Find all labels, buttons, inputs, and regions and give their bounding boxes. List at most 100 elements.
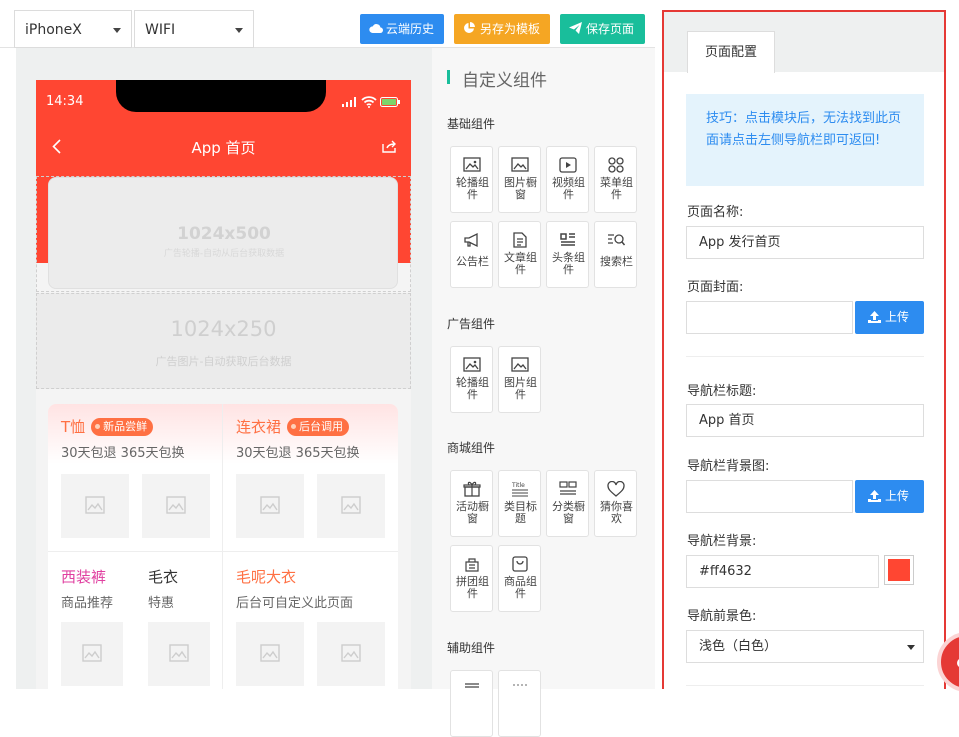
comp-headline[interactable]: 头条组件 <box>546 221 589 288</box>
product-subtitle: 30天包退 365天包换 <box>61 446 185 461</box>
divider-icon <box>513 684 527 686</box>
product-showcase[interactable]: T恤 新品尝鲜 30天包退 365天包换 连衣裙 后台调用 30天包退 365天包换… <box>48 404 398 689</box>
components-header: 自定义组件 <box>447 66 547 91</box>
save-as-template-button[interactable]: 另存为模板 <box>454 14 550 44</box>
gift-icon <box>463 481 481 497</box>
comp-aux[interactable] <box>450 670 493 737</box>
image-icon <box>511 157 529 172</box>
device-select[interactable]: iPhoneX <box>14 10 132 48</box>
product-subtitle: 后台可自定义此页面 <box>236 596 354 611</box>
battery-icon <box>380 97 400 107</box>
nav-bg-image-input[interactable] <box>686 480 853 513</box>
comp-category-window[interactable]: 分类橱窗 <box>546 470 589 537</box>
divider <box>686 356 924 357</box>
product-tag-text: 后台调用 <box>299 420 344 433</box>
page-cover-label: 页面封面: <box>687 280 744 295</box>
pie-chart-icon <box>464 22 475 33</box>
comp-label: 图片组件 <box>504 376 537 401</box>
product-title-text: T恤 <box>61 418 86 436</box>
comp-label: 商品组件 <box>504 575 537 600</box>
menu-grid-icon <box>608 157 624 173</box>
comp-article[interactable]: 文章组件 <box>498 221 541 288</box>
comp-carousel[interactable]: 轮播组件 <box>450 146 493 213</box>
comp-category-title[interactable]: Title 类目标题 <box>498 470 541 537</box>
nav-bg-upload-button[interactable]: 上传 <box>855 480 924 513</box>
config-tabs: 页面配置 <box>664 12 944 73</box>
nav-title-input[interactable]: App 首页 <box>686 404 924 437</box>
comp-activity[interactable]: 活动橱窗 <box>450 470 493 537</box>
device-select-value: iPhoneX <box>25 22 82 38</box>
phone-notch <box>116 80 326 112</box>
comp-ad-image[interactable]: 图片组件 <box>498 346 541 413</box>
network-select[interactable]: WIFI <box>134 10 254 48</box>
group-title-aux: 辅助组件 <box>447 641 496 655</box>
banner-placeholder[interactable]: 1024x500 广告轮播-自动从后台获取数据 <box>48 177 398 289</box>
carousel-icon <box>463 157 481 172</box>
product-title: 毛衣 <box>148 568 179 586</box>
image-placeholder <box>61 622 123 686</box>
comp-aux[interactable] <box>498 670 541 737</box>
chevron-down-icon <box>113 28 121 33</box>
image-icon <box>260 644 280 662</box>
comp-label: 视频组件 <box>552 176 585 201</box>
nav-bg-label: 导航栏背景: <box>687 534 757 549</box>
svg-text:Title: Title <box>511 482 525 489</box>
comp-label: 搜索栏 <box>600 255 633 268</box>
toolbar: iPhoneX WIFI 云端历史 另存为模板 保存页面 <box>0 0 655 48</box>
product-tag: 新品尝鲜 <box>91 418 154 436</box>
product-cell[interactable]: 毛呢大衣 后台可自定义此页面 <box>223 552 398 689</box>
comp-product[interactable]: 商品组件 <box>498 545 541 612</box>
phone-nav-title: App 首页 <box>191 139 256 157</box>
list-icon <box>465 683 479 688</box>
comp-label: 分类橱窗 <box>552 500 585 525</box>
product-title: 连衣裙 后台调用 <box>236 416 350 437</box>
upload-icon <box>868 311 881 323</box>
share-icon[interactable] <box>382 140 397 153</box>
chevron-down-icon <box>235 28 243 33</box>
title-icon: Title <box>511 482 528 497</box>
search-list-icon <box>608 234 625 246</box>
image-placeholder <box>236 622 304 686</box>
image-placeholder <box>142 474 210 538</box>
category-icon <box>559 481 577 495</box>
group-title-basic: 基础组件 <box>447 117 496 131</box>
save-page-button[interactable]: 保存页面 <box>560 14 645 44</box>
comp-notice[interactable]: 公告栏 <box>450 221 493 288</box>
page-cover-input[interactable] <box>686 301 853 334</box>
banner-size: 1024x500 <box>177 224 271 244</box>
page-name-input[interactable]: App 发行首页 <box>686 226 924 259</box>
image-icon <box>260 496 280 514</box>
comp-search[interactable]: 搜索栏 <box>594 221 637 288</box>
ad-image-placeholder[interactable]: 1024x250 广告图片-自动获取后台数据 <box>36 293 411 389</box>
product-cell[interactable]: 连衣裙 后台调用 30天包退 365天包换 <box>223 404 398 551</box>
product-tag: 后台调用 <box>287 418 350 436</box>
comp-video[interactable]: 视频组件 <box>546 146 589 213</box>
comp-guess-like[interactable]: 猜你喜欢 <box>594 470 637 537</box>
cover-upload-button[interactable]: 上传 <box>855 301 924 334</box>
color-swatch[interactable] <box>884 555 914 585</box>
product-cell[interactable]: 西装裤 商品推荐 <box>48 552 135 689</box>
phone-preview: 14:34 App 首页 1024x500 广告轮播-自动从后台获取数据 102… <box>36 80 411 689</box>
article-icon <box>513 232 527 248</box>
comp-label: 轮播组件 <box>456 176 489 201</box>
tab-page-config[interactable]: 页面配置 <box>687 31 775 73</box>
upload-label: 上传 <box>885 489 910 503</box>
comp-menu[interactable]: 菜单组件 <box>594 146 637 213</box>
nav-fg-select[interactable]: 浅色（白色） <box>686 630 924 663</box>
nav-bg-color-input[interactable]: #ff4632 <box>686 555 879 588</box>
comp-label: 拼团组件 <box>456 575 489 600</box>
comp-group-buy[interactable]: 拼团组件 <box>450 545 493 612</box>
comp-label: 活动橱窗 <box>456 500 489 525</box>
comp-ad-carousel[interactable]: 轮播组件 <box>450 346 493 413</box>
product-cell[interactable]: 毛衣 特惠 <box>135 552 222 689</box>
image-icon <box>85 496 105 514</box>
page-config-panel: 页面配置 技巧：点击模块后，无法找到此页面请点击左侧导航栏即可返回! 页面名称:… <box>662 10 946 689</box>
status-time: 14:34 <box>46 94 84 109</box>
color-swatch-fill <box>888 559 910 581</box>
product-cell[interactable]: T恤 新品尝鲜 30天包退 365天包换 <box>48 404 222 551</box>
nav-fg-select-value: 浅色（白色） <box>699 639 778 654</box>
comp-label: 菜单组件 <box>600 176 633 201</box>
cloud-history-button[interactable]: 云端历史 <box>360 14 444 44</box>
comp-image-window[interactable]: 图片橱窗 <box>498 146 541 213</box>
nav-fg-label: 导航前景色: <box>687 609 757 624</box>
